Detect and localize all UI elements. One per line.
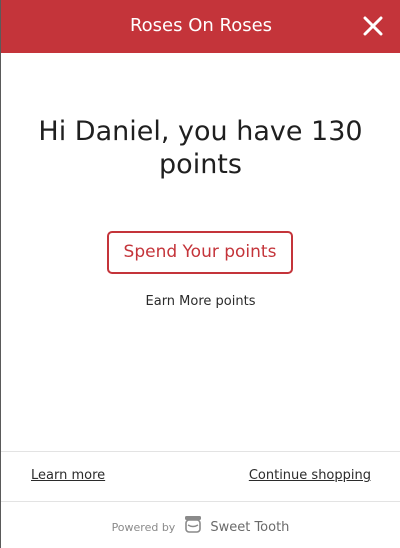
sweet-tooth-brand-name: Sweet Tooth bbox=[210, 520, 290, 535]
earn-more-points-link[interactable]: Earn More points bbox=[1, 293, 400, 311]
close-button[interactable] bbox=[359, 12, 387, 40]
footer-divider-bottom bbox=[1, 501, 400, 502]
store-title: Roses On Roses bbox=[129, 15, 273, 36]
close-icon bbox=[363, 16, 383, 36]
spend-points-button[interactable]: Spend Your points bbox=[107, 231, 293, 274]
points-greeting: Hi Daniel, you have 130 points bbox=[38, 116, 363, 180]
powered-by-bar[interactable]: Powered by Sweet Tooth bbox=[1, 515, 400, 537]
sweet-tooth-jar-icon bbox=[183, 515, 203, 541]
rewards-panel: Roses On Roses Hi Daniel, you have 130 p… bbox=[0, 0, 400, 548]
continue-shopping-link[interactable]: Continue shopping bbox=[249, 467, 371, 485]
header-bar: Roses On Roses bbox=[1, 0, 400, 53]
footer-divider-top bbox=[1, 451, 400, 452]
powered-by-label: Powered by bbox=[111, 521, 176, 534]
learn-more-link[interactable]: Learn more bbox=[31, 467, 105, 485]
